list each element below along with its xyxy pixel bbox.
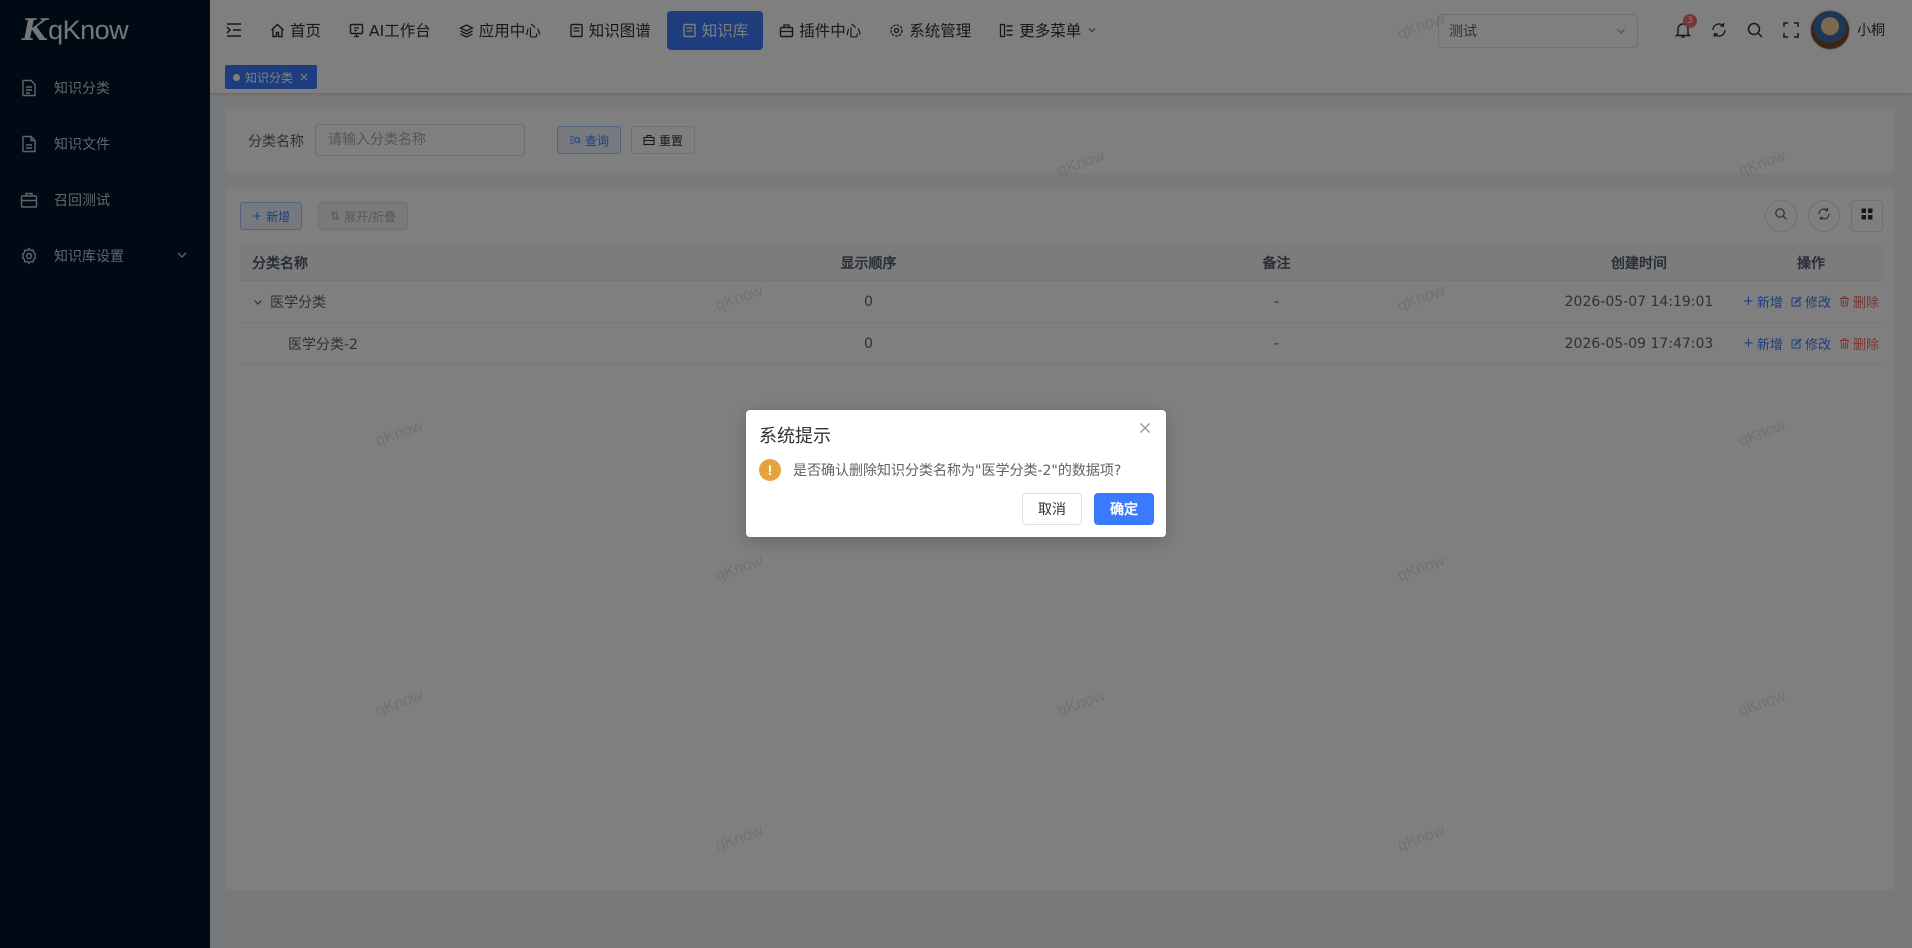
dialog-message: 是否确认删除知识分类名称为"医学分类-2"的数据项? (793, 463, 1122, 479)
confirm-dialog: 系统提示 ! 是否确认删除知识分类名称为"医学分类-2"的数据项? 取消 确定 (746, 410, 1166, 537)
confirm-button[interactable]: 确定 (1094, 493, 1154, 525)
dialog-body: ! 是否确认删除知识分类名称为"医学分类-2"的数据项? (759, 459, 1121, 481)
dialog-title: 系统提示 (759, 426, 831, 447)
cancel-button[interactable]: 取消 (1022, 493, 1082, 525)
close-icon[interactable] (1137, 420, 1153, 436)
warning-icon: ! (759, 459, 781, 481)
